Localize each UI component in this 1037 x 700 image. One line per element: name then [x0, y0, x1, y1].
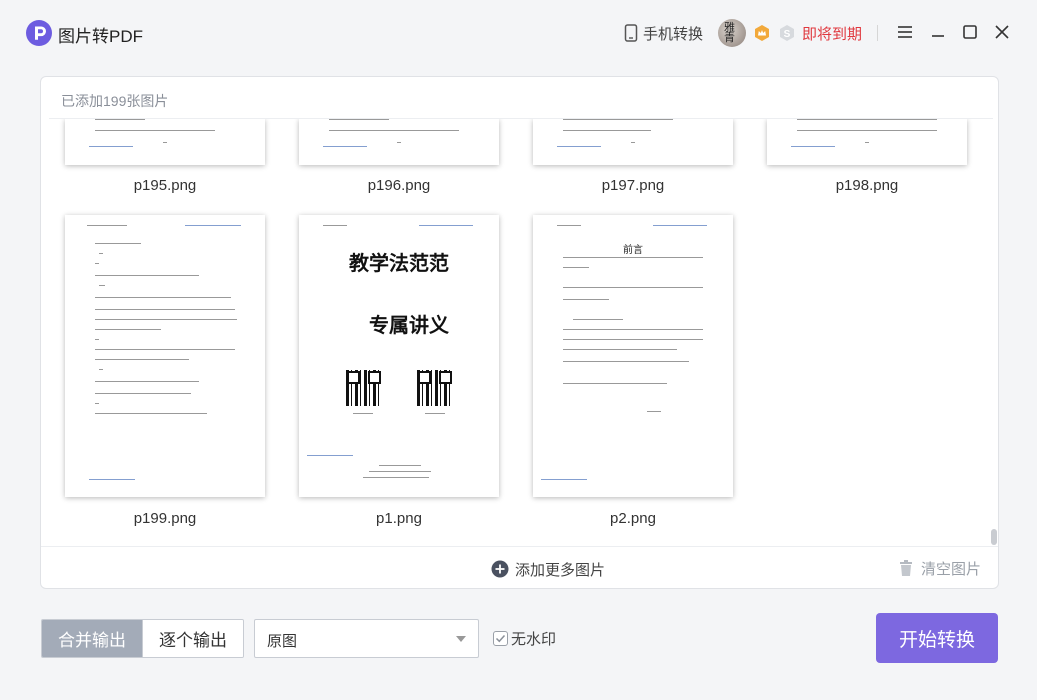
phone-icon — [624, 24, 638, 42]
single-output-button[interactable]: 逐个输出 — [142, 620, 243, 657]
output-mode-toggle: 合并输出 逐个输出 — [41, 619, 244, 658]
close-icon[interactable] — [993, 23, 1011, 41]
page-preview — [65, 215, 265, 497]
vip-crown-icon — [755, 25, 769, 41]
avatar[interactable]: 雅 青 — [718, 19, 746, 47]
thumbnail-filename: p199.png — [133, 510, 197, 527]
page-size-select[interactable]: 原图 — [254, 619, 479, 658]
no-watermark-checkbox[interactable]: 无水印 — [493, 629, 557, 648]
divider — [41, 546, 998, 547]
merge-output-button[interactable]: 合并输出 — [42, 620, 142, 657]
image-count-label: 已添加199张图片 — [61, 93, 169, 109]
scrollbar[interactable] — [991, 529, 997, 545]
app-logo-icon — [26, 20, 52, 46]
svg-text:S: S — [784, 29, 791, 40]
avatar-text: 雅 青 — [724, 21, 735, 44]
chevron-down-icon — [456, 636, 466, 642]
divider — [877, 25, 878, 41]
thumbnail-filename: p2.png — [610, 510, 656, 527]
page-preview — [767, 119, 967, 165]
thumbnail-filename: p195.png — [133, 177, 197, 194]
thumbnail-filename: p196.png — [367, 177, 431, 194]
thumbnail-grid[interactable]: p195.png p196.png p197.png p198.png p199… — [41, 119, 998, 546]
page-preview — [299, 119, 499, 165]
page-preview: 前言 — [533, 215, 733, 497]
page-preview: 教学法范范 专属讲义 — [299, 215, 499, 497]
plus-circle-icon — [491, 560, 509, 578]
qr-code-icon — [417, 370, 453, 406]
thumbnail-filename: p197.png — [601, 177, 665, 194]
page-preview — [533, 119, 733, 165]
page-subtitle: 专属讲义 — [369, 313, 449, 337]
expire-link[interactable]: 即将到期 — [802, 23, 862, 44]
clear-images-button[interactable]: 清空图片 — [899, 558, 981, 578]
start-convert-button[interactable]: 开始转换 — [876, 613, 998, 663]
trash-icon — [900, 560, 912, 576]
title-bar: 图片转PDF 手机转换 雅 青 S 即将到期 — [0, 0, 1037, 66]
page-title: 教学法范范 — [349, 251, 449, 275]
checkbox-icon — [493, 630, 508, 646]
phone-convert-button[interactable]: 手机转换 — [624, 22, 703, 44]
svip-icon: S — [780, 25, 794, 41]
add-more-label: 添加更多图片 — [515, 561, 606, 579]
qr-code-icon — [346, 370, 382, 406]
thumbnail-filename: p198.png — [835, 177, 899, 194]
minimize-icon[interactable] — [929, 23, 947, 41]
maximize-icon[interactable] — [961, 23, 979, 41]
image-list-panel: 已添加199张图片 p195.png p196.png p197.png p19… — [40, 76, 999, 589]
menu-icon[interactable] — [896, 23, 914, 41]
page-size-value: 原图 — [267, 633, 298, 650]
no-watermark-label: 无水印 — [511, 630, 557, 648]
page-heading: 前言 — [623, 245, 643, 256]
app-title: 图片转PDF — [58, 27, 143, 46]
clear-images-label: 清空图片 — [921, 560, 982, 578]
add-more-images-button[interactable]: 添加更多图片 — [491, 559, 605, 579]
phone-convert-label: 手机转换 — [643, 25, 704, 43]
page-preview — [65, 119, 265, 165]
thumbnail-filename: p1.png — [376, 510, 422, 527]
